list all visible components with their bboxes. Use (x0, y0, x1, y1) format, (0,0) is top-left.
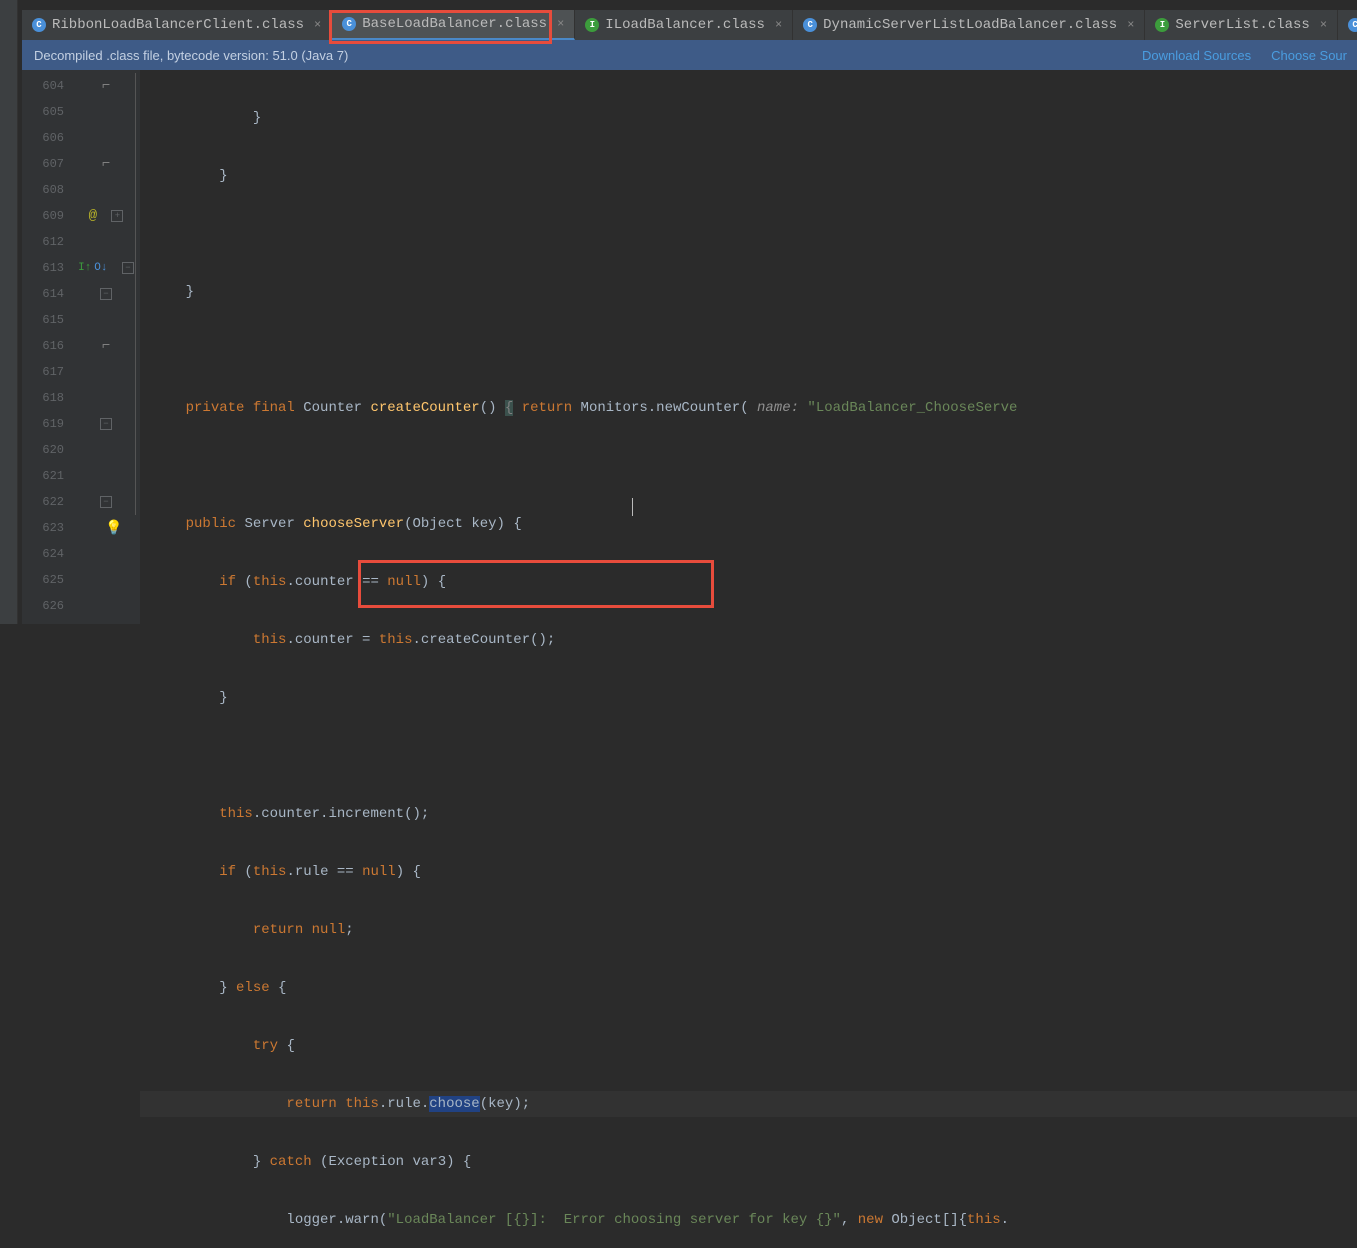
code-line[interactable]: } catch (Exception var3) { (140, 1149, 1357, 1175)
decompiled-banner: Decompiled .class file, bytecode version… (22, 40, 1357, 70)
code-line[interactable]: if (this.rule == null) { (140, 859, 1357, 885)
fold-collapse-icon[interactable]: − (72, 281, 140, 307)
line-number: 606 (22, 125, 72, 151)
code-line[interactable]: logger.warn("LoadBalancer [{}]: Error ch… (140, 1207, 1357, 1233)
fold-collapse-icon[interactable]: − (122, 262, 134, 274)
code-line[interactable]: return null; (140, 917, 1357, 943)
line-number-gutter: 604 605 606 607 608 609 612 613 614 615 … (22, 70, 72, 624)
fold-close-icon[interactable]: ⌐ (72, 333, 140, 359)
line-number: 608 (22, 177, 72, 203)
line-number: 624 (22, 541, 72, 567)
code-line[interactable]: this.counter.increment(); (140, 801, 1357, 827)
annotation-box-tab (329, 10, 552, 44)
code-line[interactable]: if (this.counter == null) { (140, 569, 1357, 595)
override-icon[interactable]: I↑ (78, 262, 91, 274)
gutter-annotation[interactable]: @ + (72, 203, 140, 229)
line-number: 623 (22, 515, 72, 541)
line-number: 616 (22, 333, 72, 359)
fold-collapse-icon[interactable]: − (72, 411, 140, 437)
gutter-markers: ⌐ ⌐ @ + I↑O↓ − − ⌐ − − 💡 (72, 70, 140, 624)
interface-icon: I (1155, 18, 1169, 32)
class-icon: C (803, 18, 817, 32)
code-line[interactable]: } (140, 685, 1357, 711)
editor-tabs: C RibbonLoadBalancerClient.class × C Bas… (22, 10, 1357, 40)
code-editor[interactable]: 604 605 606 607 608 609 612 613 614 615 … (22, 70, 1357, 624)
code-line-current[interactable]: return this.rule.choose(key); (140, 1091, 1357, 1117)
close-icon[interactable]: × (557, 17, 564, 31)
fold-expand-icon[interactable]: + (111, 210, 123, 222)
code-line[interactable]: public Server chooseServer(Object key) { (140, 511, 1357, 537)
code-line[interactable] (140, 221, 1357, 247)
close-icon[interactable]: × (1320, 18, 1327, 32)
banner-text: Decompiled .class file, bytecode version… (34, 48, 348, 63)
tab-nacos-serv[interactable]: C NacosServ (1338, 10, 1357, 40)
code-area[interactable]: } } } private final Counter createCounte… (140, 70, 1357, 624)
close-icon[interactable]: × (775, 18, 782, 32)
code-line[interactable]: try { (140, 1033, 1357, 1059)
intention-bulb-icon[interactable]: 💡 (80, 515, 148, 541)
line-number: 622 (22, 489, 72, 515)
left-tool-strip (0, 0, 18, 624)
download-sources-link[interactable]: Download Sources (1142, 48, 1251, 63)
line-number: 615 (22, 307, 72, 333)
class-icon: C (32, 18, 46, 32)
code-line[interactable]: private final Counter createCounter() { … (140, 395, 1357, 421)
code-line[interactable] (140, 337, 1357, 363)
line-number: 605 (22, 99, 72, 125)
line-number: 617 (22, 359, 72, 385)
code-line[interactable] (140, 453, 1357, 479)
line-number: 607 (22, 151, 72, 177)
gutter-icons[interactable]: I↑O↓ − (72, 255, 140, 281)
tab-iload-balancer[interactable]: I ILoadBalancer.class × (575, 10, 793, 40)
code-line[interactable]: } else { (140, 975, 1357, 1001)
implement-icon[interactable]: O↓ (94, 262, 107, 274)
code-line[interactable] (140, 743, 1357, 769)
tab-label: ServerList.class (1175, 17, 1309, 33)
annotation-box-code (358, 560, 714, 608)
code-line[interactable]: } (140, 105, 1357, 131)
line-number: 619 (22, 411, 72, 437)
code-line[interactable]: this.counter = this.createCounter(); (140, 627, 1357, 653)
line-number: 609 (22, 203, 72, 229)
tab-label: RibbonLoadBalancerClient.class (52, 17, 304, 33)
code-line[interactable]: } (140, 279, 1357, 305)
line-number: 618 (22, 385, 72, 411)
code-line[interactable]: } (140, 163, 1357, 189)
line-number: 614 (22, 281, 72, 307)
class-icon: C (1348, 18, 1357, 32)
line-number: 620 (22, 437, 72, 463)
interface-icon: I (585, 18, 599, 32)
fold-close-icon[interactable]: ⌐ (72, 151, 140, 177)
line-number: 612 (22, 229, 72, 255)
close-icon[interactable]: × (1127, 18, 1134, 32)
choose-sources-link[interactable]: Choose Sour (1271, 48, 1347, 63)
line-number: 626 (22, 593, 72, 619)
line-number: 625 (22, 567, 72, 593)
tab-label: ILoadBalancer.class (605, 17, 765, 33)
tab-dynamic-server-list[interactable]: C DynamicServerListLoadBalancer.class × (793, 10, 1145, 40)
tab-server-list[interactable]: I ServerList.class × (1145, 10, 1338, 40)
text-cursor (632, 498, 633, 516)
fold-collapse-icon[interactable]: − (72, 489, 140, 515)
close-icon[interactable]: × (314, 18, 321, 32)
fold-close-icon[interactable]: ⌐ (72, 73, 140, 99)
banner-links: Download Sources Choose Sour (1142, 48, 1357, 63)
tab-label: DynamicServerListLoadBalancer.class (823, 17, 1117, 33)
tab-ribbon[interactable]: C RibbonLoadBalancerClient.class × (22, 10, 332, 40)
line-number: 613 (22, 255, 72, 281)
line-number: 604 (22, 73, 72, 99)
line-number: 621 (22, 463, 72, 489)
